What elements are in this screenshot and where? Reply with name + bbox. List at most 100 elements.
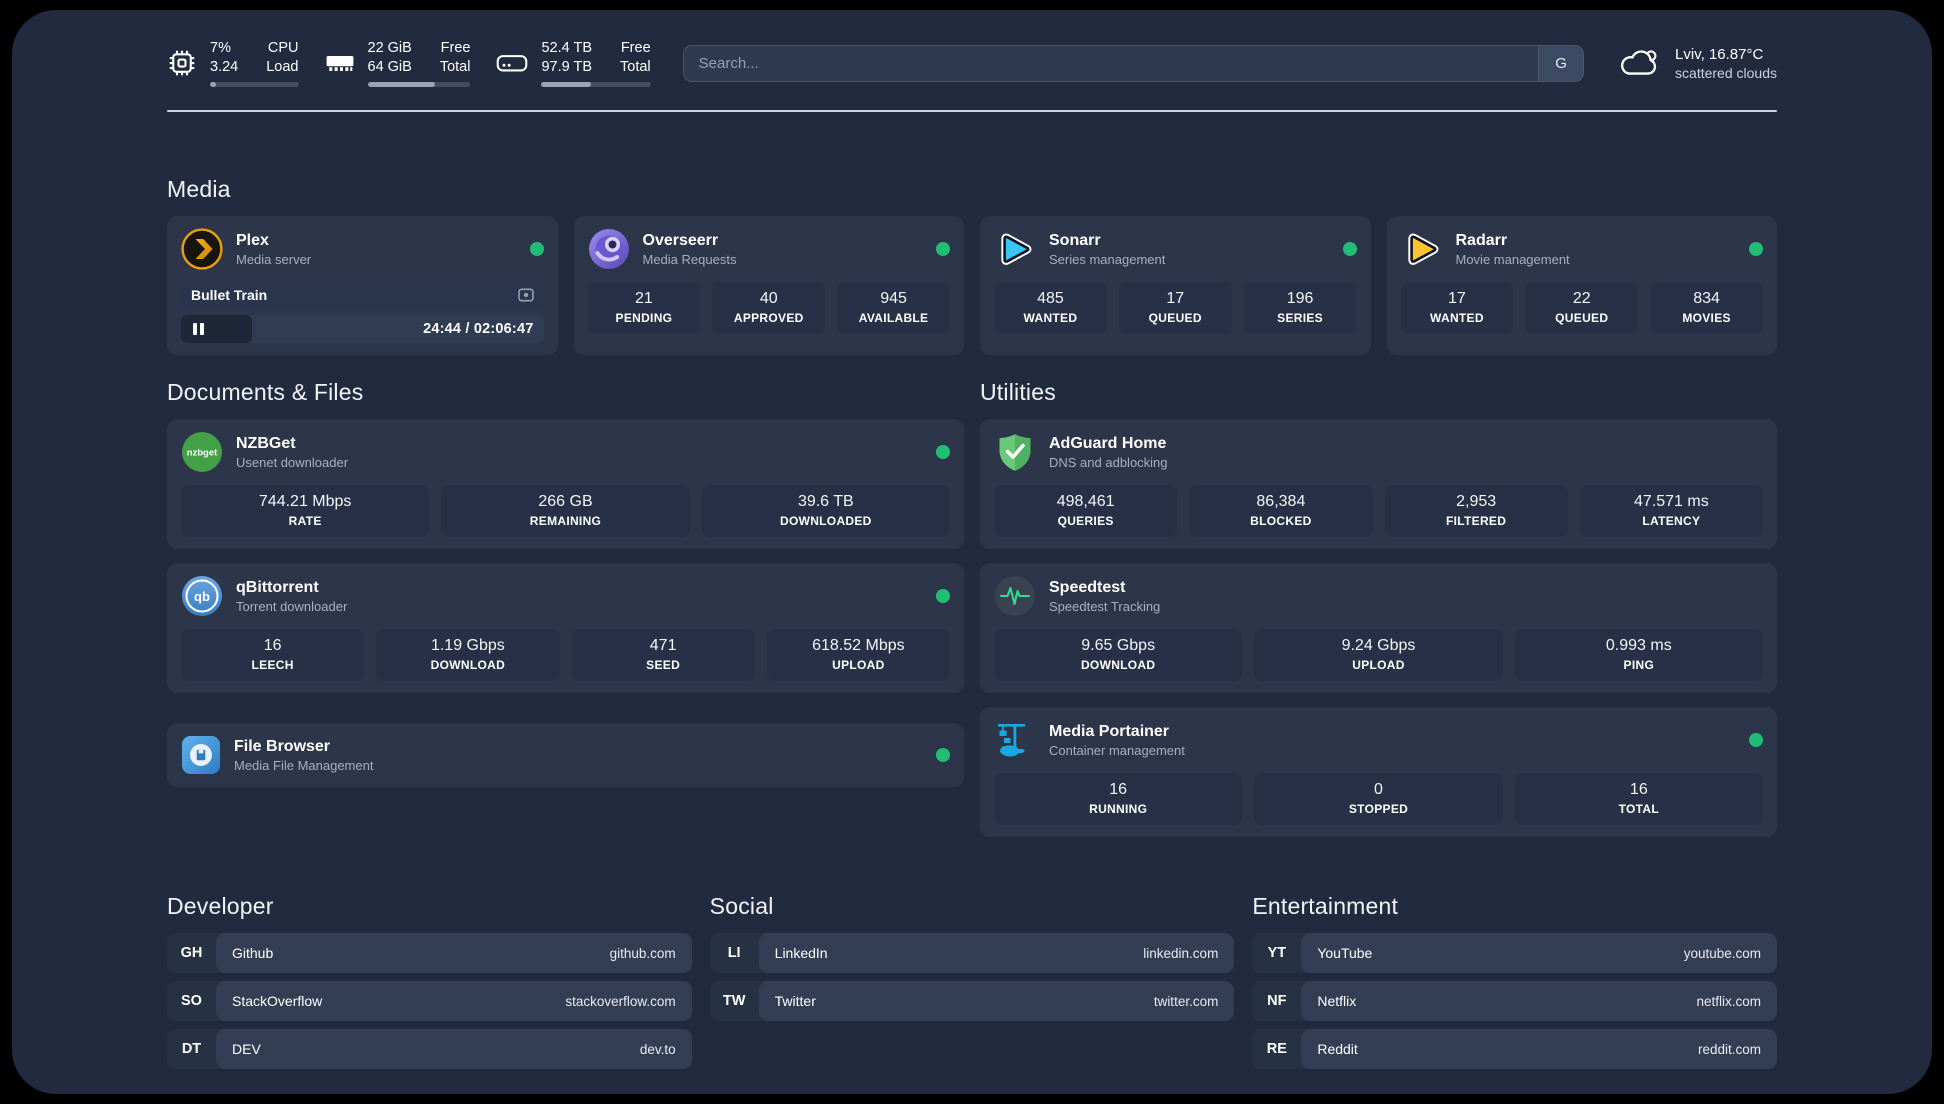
bookmark-url: linkedin.com <box>1143 945 1219 961</box>
bookmark-stackoverflow[interactable]: SO StackOverflow stackoverflow.com <box>167 981 692 1021</box>
top-bar: 7% 3.24 CPU Load 22 GiB 64 GiB Free Tota… <box>167 39 1777 88</box>
cpu-progress-bar <box>210 82 299 88</box>
portainer-icon <box>998 724 1025 757</box>
app-name: Plex <box>236 231 269 249</box>
stat-tile: 618.52 Mbps UPLOAD <box>766 629 950 681</box>
cpu-load-value: 3.24 <box>210 59 239 75</box>
disk-stat: 52.4 TB 97.9 TB Free Total <box>496 39 651 88</box>
status-online-dot <box>1342 242 1357 256</box>
bookmark-url: netflix.com <box>1696 993 1761 1009</box>
disk-total-value: 97.9 TB <box>541 59 593 75</box>
card-sonarr[interactable]: Sonarr Series management 485 WANTED 17 Q… <box>980 216 1371 355</box>
bookmark-name: DEV <box>232 1041 261 1057</box>
bookmark-youtube[interactable]: YT YouTube youtube.com <box>1252 933 1777 973</box>
card-plex[interactable]: Plex Media server Bullet Train 24:44 / 0 <box>167 216 558 355</box>
app-subtitle: Movie management <box>1455 251 1570 267</box>
bookmark-url: dev.to <box>639 1041 676 1057</box>
weather-condition: scattered clouds <box>1675 64 1777 81</box>
bookmark-github[interactable]: GH Github github.com <box>167 933 692 973</box>
stat-tile: 9.65 Gbps DOWNLOAD <box>994 629 1243 681</box>
cloud-icon <box>1621 50 1657 75</box>
app-name: Media Portainer <box>1049 722 1170 740</box>
card-overseerr[interactable]: Overseerr Media Requests 21 PENDING 40 A… <box>573 216 964 355</box>
playback-time: 24:44 / 02:06:47 <box>423 321 534 337</box>
ram-free-label: Free <box>440 39 471 56</box>
card-qbittorrent[interactable]: qb qBittorrent Torrent downloader 16 LEE… <box>167 563 964 693</box>
bookmark-netflix[interactable]: NF Netflix netflix.com <box>1252 981 1777 1021</box>
app-subtitle: Media Requests <box>642 251 737 267</box>
stat-tile: 9.24 Gbps UPLOAD <box>1254 629 1503 681</box>
playback-progress-row: 24:44 / 02:06:47 <box>181 315 544 343</box>
bookmark-abbr: TW <box>722 993 746 1009</box>
bookmark-url: github.com <box>609 945 676 961</box>
disk-icon <box>497 55 528 72</box>
ram-total-value: 64 GiB <box>367 59 412 75</box>
stat-tile: 0.993 ms PING <box>1514 629 1763 681</box>
search-input[interactable] <box>683 45 1539 81</box>
ram-free-value: 22 GiB <box>367 39 412 56</box>
app-subtitle: Speedtest Tracking <box>1049 598 1161 614</box>
section-heading-utilities: Utilities <box>980 379 1056 405</box>
app-name: Sonarr <box>1049 231 1101 249</box>
bookmark-abbr: SO <box>181 993 202 1009</box>
card-filebrowser[interactable]: File Browser Media File Management <box>167 723 964 787</box>
card-speedtest[interactable]: Speedtest Speedtest Tracking 9.65 Gbps D… <box>980 563 1777 693</box>
card-nzbget[interactable]: nzbget NZBGet Usenet downloader 744.21 M… <box>167 419 964 549</box>
section-documents: Documents & Files nzbget NZBGet Usenet d… <box>167 379 964 837</box>
card-adguard[interactable]: AdGuard Home DNS and adblocking 498,461 … <box>980 419 1777 549</box>
bookmark-linkedin[interactable]: LI LinkedIn linkedin.com <box>709 933 1235 973</box>
bookmark-name: Twitter <box>774 993 816 1009</box>
bookmark-name: Github <box>232 945 274 961</box>
stat-tile: 86,384 BLOCKED <box>1189 485 1373 537</box>
pause-icon <box>193 323 204 335</box>
app-subtitle: Media server <box>236 251 312 267</box>
bookmark-name: LinkedIn <box>774 945 828 961</box>
card-radarr[interactable]: Radarr Movie management 17 WANTED 22 QUE… <box>1386 216 1777 355</box>
stat-tile: 834 MOVIES <box>1650 282 1763 334</box>
stat-tile: 16 TOTAL <box>1514 773 1763 825</box>
search-provider-button[interactable]: G <box>1538 45 1584 81</box>
stat-tile: 498,461 QUERIES <box>994 485 1178 537</box>
bookmark-reddit[interactable]: RE Reddit reddit.com <box>1252 1029 1777 1069</box>
stat-tile: 17 QUEUED <box>1118 282 1232 334</box>
dashboard-panel: 7% 3.24 CPU Load 22 GiB 64 GiB Free Tota… <box>12 10 1932 1094</box>
section-heading-social: Social <box>709 893 774 919</box>
card-portainer[interactable]: Media Portainer Container management 16 … <box>980 707 1777 837</box>
now-playing-title: Bullet Train <box>191 287 268 303</box>
cpu-usage-value: 7% <box>210 39 231 56</box>
bookmark-dev[interactable]: DT DEV dev.to <box>167 1029 692 1069</box>
overseerr-icon <box>588 229 629 269</box>
app-subtitle: Torrent downloader <box>236 598 348 614</box>
cpu-load-label: Load <box>266 59 299 75</box>
app-name: Radarr <box>1455 231 1508 249</box>
stat-tile: 2,953 FILTERED <box>1384 485 1568 537</box>
app-subtitle: Series management <box>1049 251 1166 267</box>
app-subtitle: DNS and adblocking <box>1049 454 1168 470</box>
bookmark-name: StackOverflow <box>232 993 323 1009</box>
app-name: Speedtest <box>1049 578 1126 596</box>
adguard-icon <box>999 434 1031 471</box>
bookmark-url: twitter.com <box>1153 993 1219 1009</box>
app-name: Overseerr <box>642 231 719 249</box>
bookmark-name: YouTube <box>1317 945 1373 961</box>
disk-total-label: Total <box>620 59 651 75</box>
bookmark-url: stackoverflow.com <box>565 993 676 1009</box>
status-online-dot <box>936 242 950 256</box>
weather-widget: Lviv, 16.87°C scattered clouds <box>1616 45 1777 81</box>
stat-tile: 47.571 ms LATENCY <box>1579 485 1763 537</box>
bookmark-name: Netflix <box>1317 993 1357 1009</box>
disk-free-label: Free <box>620 39 651 56</box>
bookmark-twitter[interactable]: TW Twitter twitter.com <box>709 981 1235 1021</box>
bookmark-abbr: DT <box>181 1041 202 1057</box>
stat-tile: 744.21 Mbps RATE <box>181 485 430 537</box>
ram-total-label: Total <box>439 59 471 75</box>
stat-tile: 945 AVAILABLE <box>837 282 950 334</box>
cpu-icon <box>169 50 195 76</box>
weather-location-temp: Lviv, 16.87°C <box>1675 46 1764 64</box>
stat-tile: 266 GB REMAINING <box>441 485 690 537</box>
app-subtitle: Usenet downloader <box>236 454 349 470</box>
app-subtitle: Media File Management <box>234 757 374 773</box>
bookmark-abbr: GH <box>180 945 203 961</box>
speedtest-icon <box>995 576 1035 616</box>
stat-tile: 22 QUEUED <box>1525 282 1639 334</box>
